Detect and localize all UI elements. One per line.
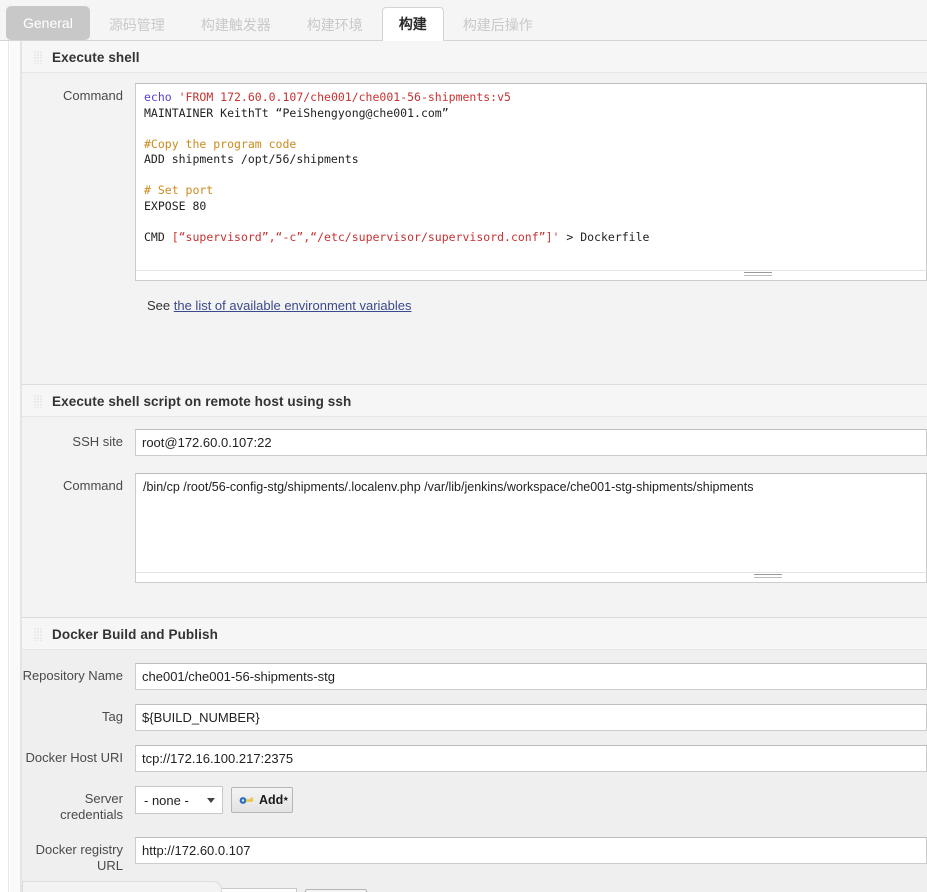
config-content-column: Execute shell Command echo 'FROM 172.60.… (21, 41, 927, 892)
tab-5[interactable]: 构建后操作 (446, 8, 550, 42)
field-control: admin/******Add (135, 888, 927, 892)
script-token: MAINTAINER KeithTt “PeiShengyong@che001.… (144, 105, 449, 120)
script-token: ADD shipments /opt/56/shipments (144, 152, 359, 166)
script-token: #Copy the program code (144, 136, 297, 151)
section-title: Execute shell script on remote host usin… (52, 394, 352, 409)
script-line: echo 'FROM 172.60.0.107/che001/che001-56… (144, 90, 918, 106)
script-line: MAINTAINER KeithTt “PeiShengyong@che001.… (144, 106, 918, 122)
ssh-command-textarea[interactable]: /bin/cp /root/56-config-stg/shipments/.l… (135, 473, 927, 583)
script-token: > Dockerfile (559, 229, 650, 244)
command-label: Command (63, 88, 123, 103)
left-rail (10, 0, 21, 892)
select-with-add: - none - Add (135, 786, 927, 814)
drag-grip-icon[interactable] (34, 628, 43, 641)
ssh-site-row: SSH site (22, 417, 927, 463)
docker-field-row: Docker Host URI (22, 738, 927, 779)
config-tab-bar: General 源码管理 构建触发器 构建环境 构建 构建后操作 (0, 0, 927, 42)
text-input[interactable] (135, 837, 927, 864)
field-label: Tag (102, 709, 123, 724)
section-execute-shell: Execute shell Command echo 'FROM 172.60.… (22, 41, 927, 385)
docker-field-row: Tag (22, 697, 927, 738)
chevron-down-icon (207, 798, 215, 803)
section-ssh: Execute shell script on remote host usin… (22, 385, 927, 618)
ssh-site-input[interactable] (135, 429, 927, 456)
key-icon (239, 796, 253, 804)
helper-prefix: See (147, 298, 174, 313)
text-input[interactable] (135, 663, 927, 690)
docker-field-row: Docker registry URL (22, 830, 927, 881)
env-variables-link[interactable]: the list of available environment variab… (174, 298, 412, 313)
drag-grip-icon[interactable] (34, 51, 43, 64)
tab-1[interactable]: 源码管理 (92, 8, 182, 42)
add-button-label: Add (259, 793, 284, 807)
script-token: CMD (144, 229, 172, 244)
field-control (135, 663, 927, 690)
ssh-site-label: SSH site (72, 434, 123, 449)
text-input[interactable] (135, 745, 927, 772)
docker-field-row: Server credentials - none - Add (22, 779, 927, 830)
script-line: EXPOSE 80 (144, 199, 918, 215)
bottom-panel-edge (22, 881, 222, 892)
credentials-select[interactable]: - none - (135, 786, 223, 814)
jenkins-job-config-page: General 源码管理 构建触发器 构建环境 构建 构建后操作 Execute shel… (0, 0, 927, 892)
left-gutter (0, 0, 9, 892)
tab-2[interactable]: 构建触发器 (184, 8, 288, 42)
script-line: # Set port (144, 183, 918, 199)
ssh-header: Execute shell script on remote host usin… (22, 385, 927, 417)
tab-4[interactable]: 构建 (381, 7, 444, 42)
script-token: EXPOSE 80 (144, 198, 207, 213)
execute-shell-header: Execute shell (22, 41, 927, 73)
field-label: Docker Host URI (25, 750, 123, 765)
script-token: 'FROM 172.60.0.107/che001/che001-56-ship… (178, 90, 511, 104)
ssh-command-content: /bin/cp /root/56-config-stg/shipments/.l… (143, 480, 754, 494)
script-line: ADD shipments /opt/56/shipments (144, 152, 918, 168)
field-label: Server credentials (60, 791, 123, 822)
script-token: [“supervisord”,“-c”,“/etc/supervisor/sup… (171, 229, 560, 244)
script-token: # Set port (144, 183, 214, 197)
tab-0[interactable]: General (6, 6, 90, 40)
docker-field-row: Repository Name (22, 656, 927, 697)
tab-3[interactable]: 构建环境 (290, 8, 380, 42)
ssh-command-label: Command (63, 478, 123, 493)
script-line (144, 121, 918, 137)
docker-header: Docker Build and Publish (22, 618, 927, 650)
add-credentials-button[interactable]: Add (231, 787, 294, 813)
script-line (144, 214, 918, 230)
ssh-command-row: Command /bin/cp /root/56-config-stg/ship… (22, 463, 927, 590)
section-title: Execute shell (52, 50, 140, 65)
textarea-rule (136, 572, 926, 573)
script-line (144, 168, 918, 184)
textarea-rule (136, 270, 926, 271)
script-line: #Copy the program code (144, 137, 918, 153)
section-title: Docker Build and Publish (52, 627, 218, 642)
docker-fields-list: Repository Name Tag Docker Host URI Server … (22, 656, 927, 892)
select-value: - none - (144, 792, 189, 808)
drag-grip-icon[interactable] (34, 395, 43, 408)
execute-shell-command-row: Command echo 'FROM 172.60.0.107/che001/c… (22, 73, 927, 288)
select-with-add: admin/******Add (135, 888, 927, 892)
env-variables-helper: See the list of available environment va… (22, 288, 927, 317)
textarea-resize-grip[interactable] (754, 573, 782, 580)
script-line: CMD [“supervisord”,“-c”,“/etc/supervisor… (144, 230, 918, 246)
field-control: - none - Add (135, 786, 927, 814)
field-control (135, 837, 927, 864)
field-control (135, 745, 927, 772)
section-docker-build-publish: Docker Build and Publish Repository Name… (22, 618, 927, 892)
text-input[interactable] (135, 704, 927, 731)
shell-command-textarea[interactable]: echo 'FROM 172.60.0.107/che001/che001-56… (135, 83, 927, 281)
textarea-resize-grip[interactable] (744, 271, 772, 278)
field-control (135, 704, 927, 731)
script-token: echo (144, 90, 179, 104)
field-label: Repository Name (22, 668, 123, 683)
field-label: Docker registry URL (35, 842, 123, 873)
shell-script-content: echo 'FROM 172.60.0.107/che001/che001-56… (136, 84, 926, 255)
